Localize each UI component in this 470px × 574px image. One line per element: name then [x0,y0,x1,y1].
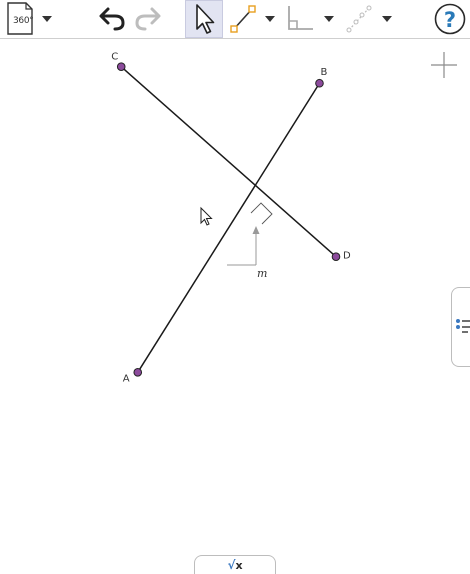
graphics-view[interactable]: m C B D A [0,39,470,574]
point-c[interactable] [116,62,126,72]
point-label-c: C [111,52,118,63]
segment-icon [230,5,256,33]
perpendicular-icon [288,6,313,30]
segment-ab[interactable] [137,82,321,373]
point-a[interactable] [133,368,143,377]
move-tool-button[interactable] [185,0,223,38]
file-menu-caret[interactable] [40,0,54,38]
point-label-a: A [123,373,130,384]
perpendicular-tool-caret[interactable] [321,0,337,38]
list-icon [455,319,470,333]
help-button[interactable]: ? [433,0,467,38]
locus-tool-button[interactable] [344,0,374,38]
redo-button[interactable] [132,0,164,38]
sqrt-icon: √ [227,558,236,572]
input-bar-label: x [235,558,243,572]
segment-tool-button[interactable] [228,0,258,38]
undo-icon [99,7,125,31]
caret-down-icon [42,16,52,22]
point-b[interactable] [315,78,324,88]
help-icon: ? [434,3,466,35]
caret-down-icon [265,16,275,22]
construction-canvas[interactable]: m C B D A [0,39,470,574]
mouse-cursor-icon [200,206,213,226]
arrow-pointer-icon [196,4,215,34]
right-angle-marker [250,202,273,225]
point-label-b: B [320,67,327,78]
segment-tool-caret[interactable] [262,0,278,38]
file-menu-button[interactable]: 360° [4,0,34,38]
help-label: ? [444,8,456,32]
point-label-d: D [343,251,351,262]
locus-tool-caret[interactable] [379,0,395,38]
perpendicular-guide [227,226,260,266]
undo-button[interactable] [96,0,128,38]
redo-icon [135,7,161,31]
point-d[interactable] [331,252,341,261]
algebra-view-toggle[interactable] [451,287,470,367]
dotted-path-icon [346,5,372,33]
line-label-m: m [257,267,267,280]
toolbar: 360° ? [0,0,470,39]
file-label: 360° [13,16,34,26]
caret-down-icon [382,16,392,22]
fullscreen-plus-icon[interactable] [431,52,457,78]
perpendicular-tool-button[interactable] [284,0,318,38]
caret-down-icon [324,16,334,22]
input-bar-toggle[interactable]: √ x [194,555,276,574]
